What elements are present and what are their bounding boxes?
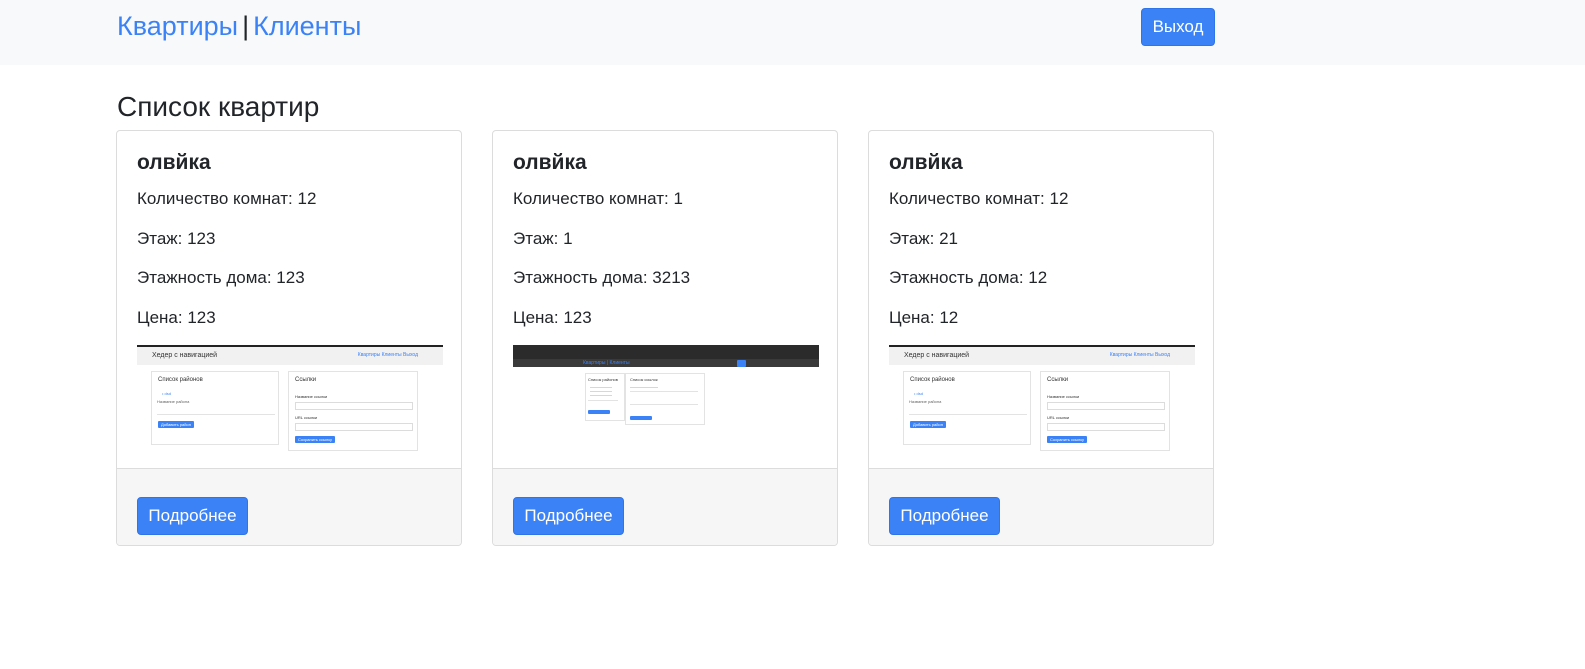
card-footer: Подробнее <box>117 468 461 545</box>
thumb-districts-item: • dsd <box>914 391 923 396</box>
card-footer: Подробнее <box>493 468 837 545</box>
details-button[interactable]: Подробнее <box>137 497 248 535</box>
thumb-links-title: Ссылки <box>295 377 317 383</box>
nav-links: Квартиры | Клиенты <box>117 8 361 44</box>
thumb-links-panel: Ссылки Название ссылки URL ссылки Сохран… <box>288 371 418 451</box>
card-footer: Подробнее <box>869 468 1213 545</box>
card-price: Цена: 123 <box>137 308 216 327</box>
apartment-image: Хедер с навигацией Квартиры Клиенты Выхо… <box>137 345 443 458</box>
page-title: Список квартир <box>117 91 320 122</box>
thumb-input-2 <box>295 423 413 431</box>
card-rooms: Количество комнат: 12 <box>137 189 317 208</box>
thumb-districts-title: Список районов <box>910 377 955 383</box>
thumb-districts-label: Название района <box>157 399 190 404</box>
nav-separator: | <box>242 11 250 41</box>
details-button[interactable]: Подробнее <box>889 497 1000 535</box>
card-title: олвйка <box>889 151 963 174</box>
thumb-links-field2: URL ссылки <box>295 415 318 420</box>
thumb-header-links: Квартиры Клиенты Выход <box>1109 352 1170 358</box>
thumb-districts-button: Добавить район <box>158 421 194 428</box>
card-floor: Этаж: 1 <box>513 229 573 248</box>
card-title: олвйка <box>137 151 211 174</box>
thumb-districts-panel: Список районов • dsd Название района Доб… <box>903 371 1031 445</box>
thumb-browser-address <box>513 359 819 367</box>
thumb-links-field1: Название ссылки <box>1047 394 1080 399</box>
nav-link-apartments[interactable]: Квартиры <box>117 11 238 41</box>
thumb-header-title: Хедер с навигацией <box>904 352 970 359</box>
thumb-divider <box>630 404 698 405</box>
thumb-links-field1: Название ссылки <box>295 394 328 399</box>
thumb-links-button: Сохранить ссылку <box>1047 436 1087 443</box>
thumb-header-links: Квартиры Клиенты Выход <box>357 352 418 358</box>
thumb-links-button <box>630 416 652 420</box>
thumb-links-panel: Список ссылок <box>625 373 705 425</box>
thumb-districts-label: Название района <box>909 399 942 404</box>
thumb-districts-panel: Список районов • dsd Название района Доб… <box>151 371 279 445</box>
thumb-input-1 <box>295 402 413 410</box>
card-rooms: Количество комнат: 1 <box>513 189 683 208</box>
apartment-card: олвйка Количество комнат: 12 Этаж: 21 Эт… <box>868 130 1214 546</box>
card-body: олвйка Количество комнат: 1 Этаж: 1 Этаж… <box>493 131 837 468</box>
card-rooms: Количество комнат: 12 <box>889 189 1069 208</box>
card-floor: Этаж: 21 <box>889 229 958 248</box>
thumb-districts-title: Список районов <box>588 377 618 382</box>
thumb-divider <box>909 414 1027 415</box>
top-navbar: Квартиры | Клиенты Выход <box>0 0 1585 65</box>
thumb-districts-panel: Список районов <box>585 373 625 421</box>
thumb-item-line <box>590 391 612 392</box>
card-floor: Этаж: 123 <box>137 229 216 248</box>
details-button[interactable]: Подробнее <box>513 497 624 535</box>
thumb-input-1 <box>1047 402 1165 410</box>
thumb-districts-title: Список районов <box>158 377 203 383</box>
thumb-links-list-title: Список ссылок <box>630 377 658 382</box>
thumb-links-button: Сохранить ссылку <box>295 436 335 443</box>
card-floors-total: Этажность дома: 3213 <box>513 268 691 287</box>
thumb-item-line <box>630 387 658 388</box>
thumb-item-line <box>590 395 612 396</box>
thumb-header: Хедер с навигацией Квартиры Клиенты Выхо… <box>137 345 443 365</box>
apartment-image: Хедер с навигацией Квартиры Клиенты Выхо… <box>889 345 1195 458</box>
apartment-card: олвйка Количество комнат: 1 Этаж: 1 Этаж… <box>492 130 838 546</box>
thumb-header: Хедер с навигацией Квартиры Клиенты Выхо… <box>889 345 1195 365</box>
thumb-item-line <box>590 387 612 388</box>
thumb-links-title: Ссылки <box>1047 377 1069 383</box>
thumb-header-title: Хедер с навигацией <box>152 352 218 359</box>
thumb-districts-button <box>588 410 610 414</box>
thumb-divider <box>588 400 618 401</box>
apartment-card: олвйка Количество комнат: 12 Этаж: 123 Э… <box>116 130 462 546</box>
card-title: олвйка <box>513 151 587 174</box>
card-floors-total: Этажность дома: 123 <box>137 268 305 287</box>
nav-link-clients[interactable]: Клиенты <box>253 11 361 41</box>
thumb-logout <box>737 360 747 367</box>
thumb-input-2 <box>1047 423 1165 431</box>
thumb-nav-links: Квартиры | Клиенты <box>583 360 630 366</box>
thumb-divider <box>157 414 275 415</box>
thumb-districts-button: Добавить район <box>910 421 946 428</box>
card-body: олвйка Количество комнат: 12 Этаж: 123 Э… <box>117 131 461 468</box>
thumb-divider <box>630 391 698 392</box>
card-price: Цена: 12 <box>889 308 959 327</box>
card-price: Цена: 123 <box>513 308 592 327</box>
thumb-districts-item: • dsd <box>162 391 171 396</box>
thumb-links-panel: Ссылки Название ссылки URL ссылки Сохран… <box>1040 371 1170 451</box>
card-floors-total: Этажность дома: 12 <box>889 268 1048 287</box>
apartment-image: Квартиры | Клиенты Список районов Список… <box>513 345 819 458</box>
thumb-links-field2: URL ссылки <box>1047 415 1070 420</box>
card-body: олвйка Количество комнат: 12 Этаж: 21 Эт… <box>869 131 1213 468</box>
logout-button[interactable]: Выход <box>1141 8 1215 46</box>
